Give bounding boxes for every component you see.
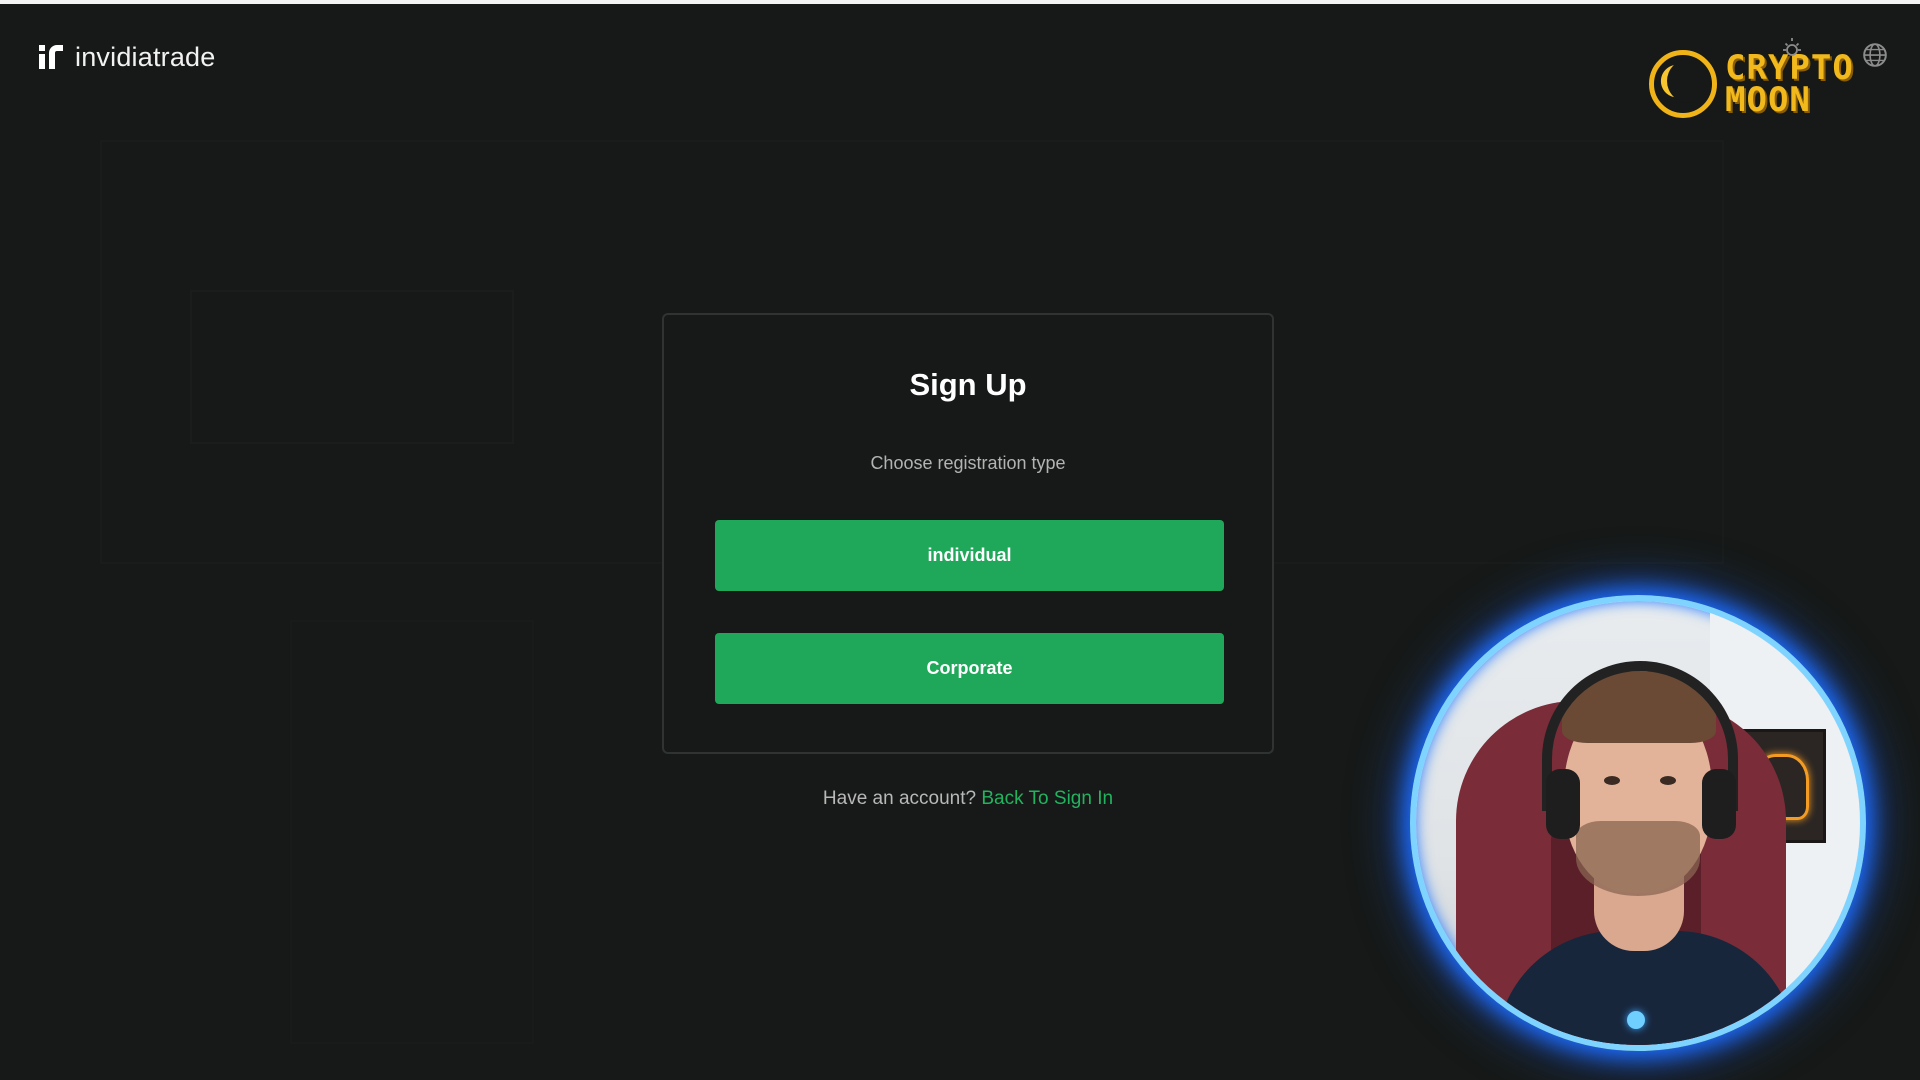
webcam-overlay (1410, 595, 1866, 1051)
signup-title: Sign Up (909, 367, 1027, 402)
signup-card: Sign Up Choose registration type individ… (662, 313, 1274, 754)
brand-name: invidiatrade (75, 41, 216, 72)
registration-type-prompt: Choose registration type (870, 453, 1066, 473)
crypto-moon-logo: CRYPTO MOON (1645, 40, 1895, 130)
brand-logo[interactable]: invidiatrade (39, 40, 216, 74)
back-to-sign-in-link[interactable]: Back To Sign In (981, 788, 1113, 809)
globe-icon[interactable] (1862, 42, 1888, 68)
individual-registration-button[interactable]: individual (715, 520, 1224, 591)
background-decoration (290, 620, 534, 1044)
background-decoration (190, 290, 514, 444)
crypto-moon-wordmark: CRYPTO MOON (1725, 48, 1854, 120)
corporate-registration-button[interactable]: Corporate (715, 633, 1224, 704)
sun-settings-icon[interactable] (1780, 36, 1804, 60)
signin-prompt: Have an account? Back To Sign In (662, 788, 1274, 810)
invidiatrade-logo-icon (39, 45, 63, 69)
page-root: invidiatrade CRYPTO MOON Sign Up Choose … (0, 0, 1920, 1080)
top-edge-strip (0, 0, 1920, 4)
necklace-pendant (1627, 1011, 1645, 1029)
have-account-text: Have an account? (822, 788, 977, 809)
